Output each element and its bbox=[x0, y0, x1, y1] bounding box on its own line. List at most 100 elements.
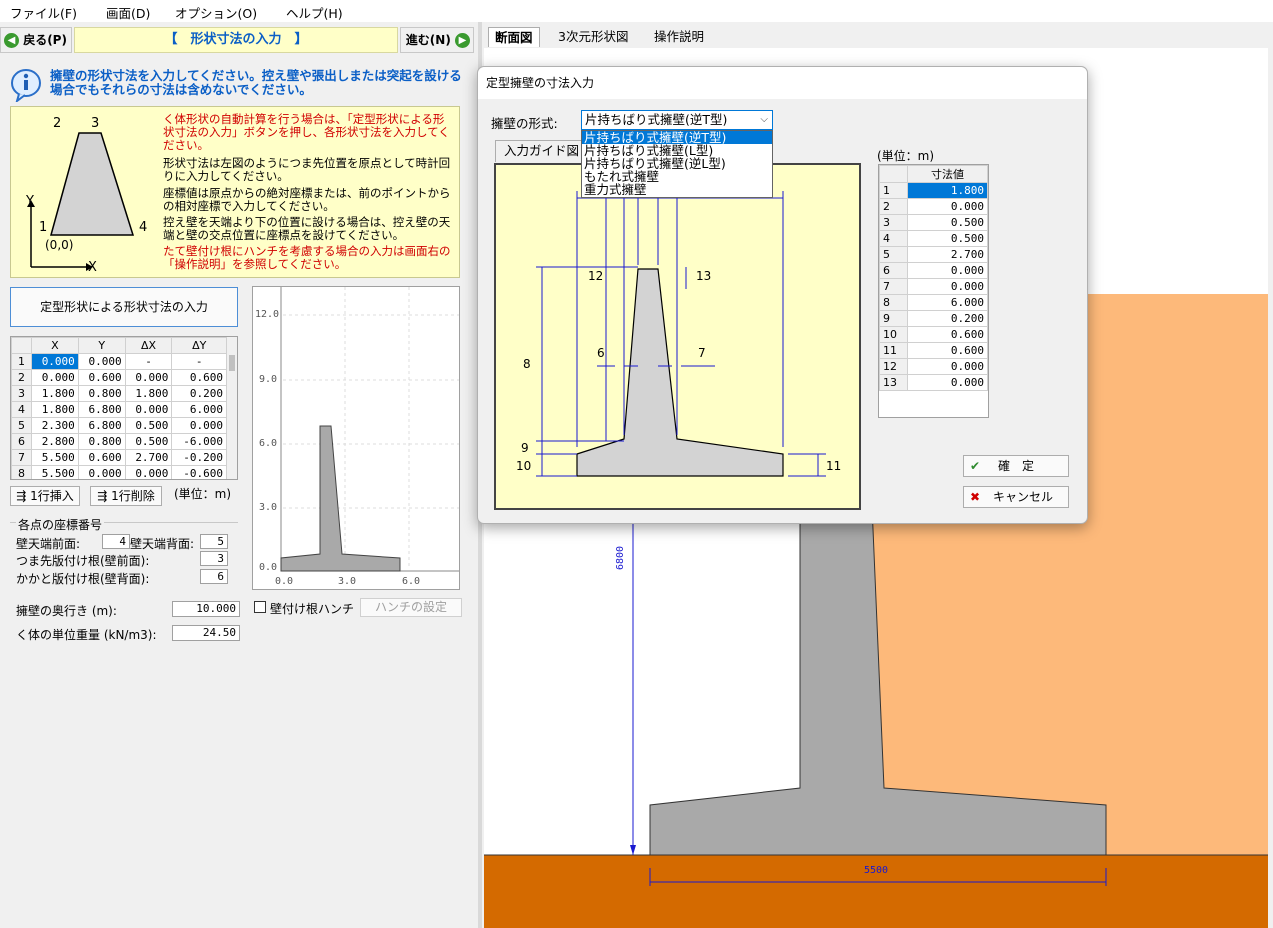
table-cell[interactable]: 0.600 bbox=[77, 449, 126, 466]
table-cell[interactable]: -0.600 bbox=[171, 465, 227, 479]
dimension-value[interactable]: 0.500 bbox=[907, 230, 988, 247]
back-button[interactable]: ◀ 戻る(P) bbox=[0, 27, 72, 53]
haunch-settings-button[interactable]: ハンチの設定 bbox=[360, 598, 462, 617]
toe-input[interactable]: 3 bbox=[200, 551, 228, 566]
dimension-value[interactable]: 0.500 bbox=[907, 214, 988, 231]
insert-row-button[interactable]: ⇶ 1行挿入 bbox=[10, 486, 80, 506]
dimension-value[interactable]: 1.800 bbox=[907, 182, 988, 199]
menu-options[interactable]: オプション(O) bbox=[175, 3, 257, 22]
dimension-table[interactable]: 寸法値 1 1.800 2 0.000 3 0.500 4 0.500 5 2.700 6 0.000… bbox=[878, 164, 989, 418]
tab-help[interactable]: 操作説明 bbox=[648, 27, 710, 47]
table-cell[interactable]: 5.500 bbox=[31, 449, 79, 466]
table-row[interactable]: 8 6.000 bbox=[879, 294, 988, 311]
table-cell[interactable]: 0.000 bbox=[77, 353, 126, 370]
table-row[interactable]: 10 0.600 bbox=[879, 326, 988, 343]
dimension-value[interactable]: 0.600 bbox=[907, 342, 988, 359]
table-cell[interactable]: 0.000 bbox=[77, 465, 126, 479]
table-row[interactable]: 11 0.600 bbox=[879, 342, 988, 359]
table-scrollbar[interactable] bbox=[227, 337, 237, 479]
table-cell[interactable]: 1.800 bbox=[31, 385, 79, 402]
depth-input[interactable]: 10.000 bbox=[172, 601, 240, 617]
table-cell[interactable]: - bbox=[124, 353, 173, 370]
table-cell[interactable]: 1.800 bbox=[124, 385, 173, 402]
dimension-table-header: 寸法値 bbox=[879, 165, 988, 183]
dimension-value[interactable]: 6.000 bbox=[907, 294, 988, 311]
table-cell[interactable]: 0.600 bbox=[171, 369, 227, 386]
table-row[interactable]: 2 0.000 bbox=[879, 198, 988, 215]
table-row[interactable]: 9 0.200 bbox=[879, 310, 988, 327]
dimension-value[interactable]: 2.700 bbox=[907, 246, 988, 263]
delete-row-button[interactable]: ⇶ 1行削除 bbox=[90, 486, 162, 506]
table-cell[interactable]: 2.700 bbox=[124, 449, 173, 466]
table-row[interactable]: 4 1.800 6.800 0.000 6.000 bbox=[11, 401, 227, 418]
table-cell[interactable]: 0.500 bbox=[124, 417, 173, 434]
dimension-value[interactable]: 0.000 bbox=[907, 358, 988, 375]
table-cell[interactable]: 2.800 bbox=[31, 433, 79, 450]
guide-figure-tab[interactable]: 入力ガイド図 bbox=[495, 140, 585, 162]
table-cell[interactable]: 0.000 bbox=[124, 401, 173, 418]
table-cell[interactable]: 6.000 bbox=[171, 401, 227, 418]
menu-view[interactable]: 画面(D) bbox=[106, 3, 150, 22]
table-row[interactable]: 7 5.500 0.600 2.700 -0.200 bbox=[11, 449, 227, 466]
table-row[interactable]: 1 0.000 0.000- - bbox=[11, 353, 227, 370]
table-row[interactable]: 8 5.500 0.000 0.000 -0.600 bbox=[11, 465, 227, 479]
table-row[interactable]: 6 0.000 bbox=[879, 262, 988, 279]
dimension-value[interactable]: 0.000 bbox=[907, 278, 988, 295]
table-row[interactable]: 12 0.000 bbox=[879, 358, 988, 375]
top-back-input[interactable]: 5 bbox=[200, 534, 228, 549]
dimension-value[interactable]: 0.000 bbox=[907, 374, 988, 391]
confirm-button[interactable]: ✔ 確 定 bbox=[963, 455, 1069, 477]
table-row[interactable]: 1 1.800 bbox=[879, 182, 988, 199]
table-cell[interactable]: 0.000 bbox=[171, 417, 227, 434]
top-front-input[interactable]: 4 bbox=[102, 534, 130, 549]
standard-shape-button[interactable]: 定型形状による形状寸法の入力 bbox=[10, 287, 238, 327]
dimension-value[interactable]: 0.000 bbox=[907, 262, 988, 279]
table-cell[interactable]: 0.800 bbox=[77, 433, 126, 450]
next-button[interactable]: 進む(N) ▶ bbox=[400, 27, 474, 53]
table-cell[interactable]: 0.000 bbox=[31, 353, 79, 370]
table-row[interactable]: 5 2.300 6.800 0.500 0.000 bbox=[11, 417, 227, 434]
heel-input[interactable]: 6 bbox=[200, 569, 228, 584]
menu-file[interactable]: ファイル(F) bbox=[10, 3, 77, 22]
table-cell[interactable]: 0.600 bbox=[77, 369, 126, 386]
dimension-value[interactable]: 0.200 bbox=[907, 310, 988, 327]
table-row[interactable]: 2 0.000 0.600 0.000 0.600 bbox=[11, 369, 227, 386]
cancel-button[interactable]: ✖ キャンセル bbox=[963, 486, 1069, 508]
coordinate-table[interactable]: X Y ΔX ΔY 1 0.000 0.000- -2 0.000 0.600 0.000 0… bbox=[10, 336, 238, 480]
table-cell[interactable]: 1.800 bbox=[31, 401, 79, 418]
dimension-value[interactable]: 0.600 bbox=[907, 326, 988, 343]
info-icon bbox=[10, 68, 42, 104]
table-cell[interactable]: 0.000 bbox=[31, 369, 79, 386]
guide-text-1: く体形状の自動計算を行う場合は、「定型形状による形状寸法の入力」ボタンを押し、各… bbox=[163, 112, 450, 152]
table-cell[interactable]: 2.300 bbox=[31, 417, 79, 434]
table-row[interactable]: 3 1.800 0.800 1.800 0.200 bbox=[11, 385, 227, 402]
table-cell[interactable]: 0.000 bbox=[124, 369, 173, 386]
table-row[interactable]: 13 0.000 bbox=[879, 374, 988, 391]
table-cell[interactable]: 0.200 bbox=[171, 385, 227, 402]
table-cell[interactable]: -0.200 bbox=[171, 449, 227, 466]
wall-type-dropdown-list[interactable]: 片持ちばり式擁壁(逆T型) 片持ちばり式擁壁(L型) 片持ちばり式擁壁(逆L型)… bbox=[581, 130, 773, 198]
menu-help[interactable]: ヘルプ(H) bbox=[286, 3, 343, 22]
wall-type-option[interactable]: 重力式擁壁 bbox=[582, 183, 772, 196]
wall-type-select[interactable]: 片持ちばり式擁壁(逆T型) ⌵ bbox=[581, 110, 773, 130]
table-row[interactable]: 5 2.700 bbox=[879, 246, 988, 263]
unit-weight-input[interactable]: 24.50 bbox=[172, 625, 240, 641]
right-scrollbar[interactable] bbox=[1268, 48, 1273, 928]
table-row[interactable]: 6 2.800 0.800 0.500 -6.000 bbox=[11, 433, 227, 450]
tab-section[interactable]: 断面図 bbox=[488, 27, 540, 47]
table-cell[interactable]: 0.800 bbox=[77, 385, 126, 402]
table-cell[interactable]: -6.000 bbox=[171, 433, 227, 450]
table-row[interactable]: 3 0.500 bbox=[879, 214, 988, 231]
table-cell[interactable]: 5.500 bbox=[31, 465, 79, 479]
table-row[interactable]: 4 0.500 bbox=[879, 230, 988, 247]
tab-3d[interactable]: 3次元形状図 bbox=[552, 27, 634, 47]
table-cell[interactable]: 6.800 bbox=[77, 401, 126, 418]
dimension-value[interactable]: 0.000 bbox=[907, 198, 988, 215]
table-cell[interactable]: 0.000 bbox=[124, 465, 173, 479]
table-row[interactable]: 7 0.000 bbox=[879, 278, 988, 295]
table-cell[interactable]: 0.500 bbox=[124, 433, 173, 450]
haunch-checkbox[interactable] bbox=[254, 601, 266, 613]
table-cell[interactable]: 6.800 bbox=[77, 417, 126, 434]
row-number: 6 bbox=[11, 433, 32, 450]
table-cell[interactable]: - bbox=[171, 353, 227, 370]
